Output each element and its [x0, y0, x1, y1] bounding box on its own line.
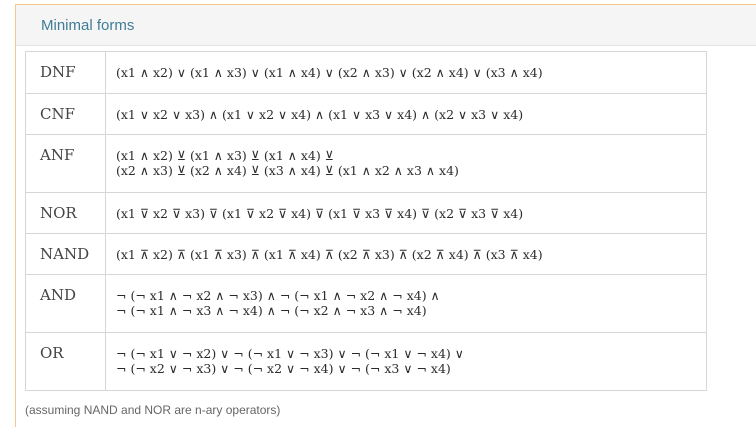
table-row: CNF (x1 ∨ x2 ∨ x3) ∧ (x1 ∨ x2 ∨ x4) ∧ (x…	[25, 93, 707, 135]
form-label: NOR	[25, 192, 106, 234]
expression-line: ¬ (¬ x1 ∧ ¬ x3 ∧ ¬ x4) ∧ ¬ (¬ x2 ∧ ¬ x3 …	[116, 303, 427, 318]
expression-line: ¬ (¬ x2 ∨ ¬ x3) ∨ ¬ (¬ x2 ∨ ¬ x4) ∨ ¬ (¬…	[116, 361, 451, 376]
table-row: OR ¬ (¬ x1 ∨ ¬ x2) ∨ ¬ (¬ x1 ∨ ¬ x3) ∨ ¬…	[25, 332, 707, 391]
expression-line: (x2 ∧ x3) ⊻ (x2 ∧ x4) ⊻ (x3 ∧ x4) ⊻ (x1 …	[116, 163, 459, 178]
footnote: (assuming NAND and NOR are n-ary operato…	[25, 403, 281, 417]
expression-line: (x1 ⊽ x2 ⊽ x3) ⊽ (x1 ⊽ x2 ⊽ x4) ⊽ (x1 ⊽ …	[116, 206, 524, 221]
form-expression: (x1 ⊽ x2 ⊽ x3) ⊽ (x1 ⊽ x2 ⊽ x4) ⊽ (x1 ⊽ …	[105, 192, 707, 234]
expression-line: (x1 ∧ x2) ∨ (x1 ∧ x3) ∨ (x1 ∧ x4) ∨ (x2 …	[116, 65, 543, 80]
table-row: DNF (x1 ∧ x2) ∨ (x1 ∧ x3) ∨ (x1 ∧ x4) ∨ …	[25, 51, 707, 94]
form-expression: ¬ (¬ x1 ∨ ¬ x2) ∨ ¬ (¬ x1 ∨ ¬ x3) ∨ ¬ (¬…	[105, 332, 707, 391]
form-label: OR	[25, 332, 106, 391]
form-label: AND	[25, 274, 106, 333]
panel-title: Minimal forms	[41, 16, 135, 34]
table-row: NOR (x1 ⊽ x2 ⊽ x3) ⊽ (x1 ⊽ x2 ⊽ x4) ⊽ (x…	[25, 192, 707, 234]
table-row: AND ¬ (¬ x1 ∧ ¬ x2 ∧ ¬ x3) ∧ ¬ (¬ x1 ∧ ¬…	[25, 274, 707, 333]
expression-line: (x1 ∧ x2) ⊻ (x1 ∧ x3) ⊻ (x1 ∧ x4) ⊻	[116, 148, 334, 163]
expression-line: ¬ (¬ x1 ∧ ¬ x2 ∧ ¬ x3) ∧ ¬ (¬ x1 ∧ ¬ x2 …	[116, 288, 440, 303]
form-expression: (x1 ∧ x2) ⊻ (x1 ∧ x3) ⊻ (x1 ∧ x4) ⊻ (x2 …	[105, 134, 707, 193]
form-expression: (x1 ∧ x2) ∨ (x1 ∧ x3) ∨ (x1 ∧ x4) ∨ (x2 …	[105, 51, 707, 94]
expression-line: (x1 ⊼ x2) ⊼ (x1 ⊼ x3) ⊼ (x1 ⊼ x4) ⊼ (x2 …	[116, 247, 543, 262]
form-label: CNF	[25, 93, 106, 135]
form-expression: ¬ (¬ x1 ∧ ¬ x2 ∧ ¬ x3) ∧ ¬ (¬ x1 ∧ ¬ x2 …	[105, 274, 707, 333]
panel-header: Minimal forms	[16, 5, 756, 46]
expression-line: (x1 ∨ x2 ∨ x3) ∧ (x1 ∨ x2 ∨ x4) ∧ (x1 ∨ …	[116, 107, 524, 122]
form-expression: (x1 ∨ x2 ∨ x3) ∧ (x1 ∨ x2 ∨ x4) ∧ (x1 ∨ …	[105, 93, 707, 135]
form-label: DNF	[25, 51, 106, 94]
form-label: ANF	[25, 134, 106, 193]
form-label: NAND	[25, 233, 106, 275]
minimal-forms-table: DNF (x1 ∧ x2) ∨ (x1 ∧ x3) ∨ (x1 ∧ x4) ∨ …	[25, 51, 707, 391]
expression-line: ¬ (¬ x1 ∨ ¬ x2) ∨ ¬ (¬ x1 ∨ ¬ x3) ∨ ¬ (¬…	[116, 346, 464, 361]
table-row: ANF (x1 ∧ x2) ⊻ (x1 ∧ x3) ⊻ (x1 ∧ x4) ⊻ …	[25, 134, 707, 193]
form-expression: (x1 ⊼ x2) ⊼ (x1 ⊼ x3) ⊼ (x1 ⊼ x4) ⊼ (x2 …	[105, 233, 707, 275]
table-row: NAND (x1 ⊼ x2) ⊼ (x1 ⊼ x3) ⊼ (x1 ⊼ x4) ⊼…	[25, 233, 707, 275]
